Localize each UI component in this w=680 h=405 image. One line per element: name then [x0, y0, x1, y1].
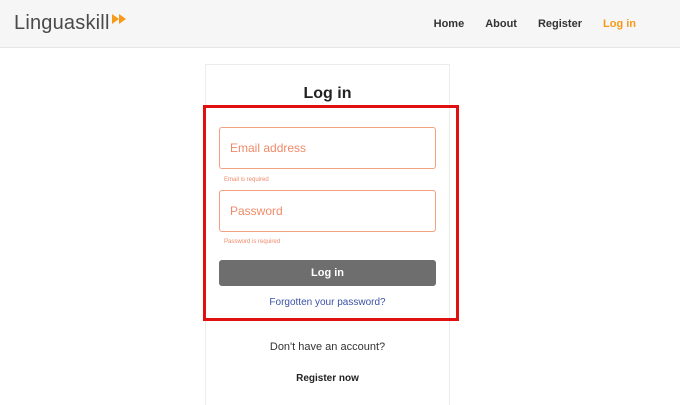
nav-home[interactable]: Home — [434, 18, 465, 30]
nav-register[interactable]: Register — [538, 18, 582, 30]
register-now-link[interactable]: Register now — [205, 373, 450, 384]
login-button[interactable]: Log in — [219, 260, 436, 286]
login-card — [205, 64, 450, 405]
main-nav: Home About Register Log in — [413, 0, 636, 48]
logo-text: Linguaskill — [14, 12, 110, 34]
no-account-text: Don't have an account? — [269, 341, 386, 353]
email-error-text: Email is required — [224, 177, 269, 183]
email-field[interactable] — [219, 127, 436, 169]
nav-login[interactable]: Log in — [603, 18, 636, 30]
password-field[interactable] — [219, 190, 436, 232]
forgot-password-link[interactable]: Forgotten your password? — [219, 297, 436, 308]
page: Linguaskill Home About Register Log in L… — [0, 0, 680, 405]
nav-about[interactable]: About — [485, 18, 517, 30]
header: Linguaskill Home About Register Log in — [0, 0, 680, 48]
password-error-text: Password is required — [224, 239, 281, 245]
login-title: Log in — [303, 85, 352, 102]
logo[interactable]: Linguaskill — [14, 12, 128, 35]
double-arrow-icon — [111, 11, 128, 29]
